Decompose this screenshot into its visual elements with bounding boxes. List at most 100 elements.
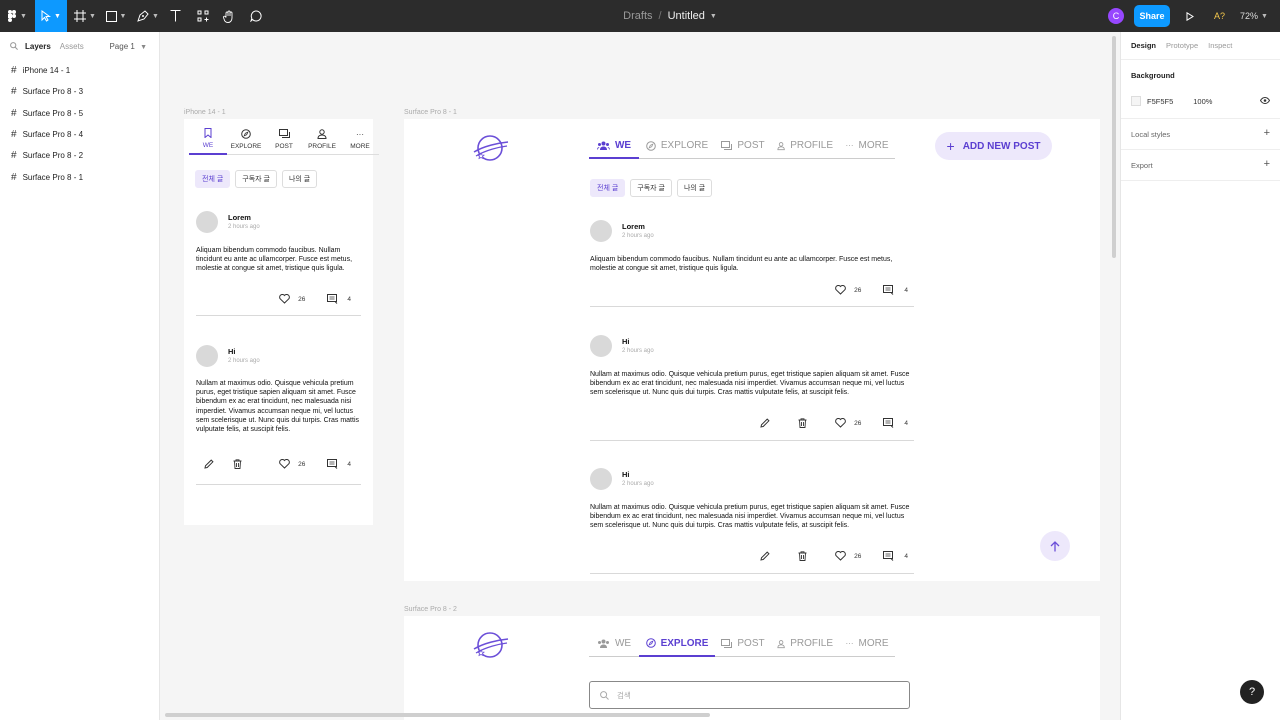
tab-post[interactable]: POST (715, 133, 771, 159)
frame-label-surface-2[interactable]: Surface Pro 8 - 2 (404, 606, 457, 613)
frame-tool-button[interactable]: ▼ (72, 0, 98, 32)
comment-icon[interactable] (883, 418, 894, 428)
edit-icon[interactable] (204, 459, 214, 469)
post-author[interactable]: Hi (228, 347, 236, 356)
layer-label: Surface Pro 8 - 2 (22, 151, 84, 161)
tab-assets[interactable]: Assets (60, 42, 84, 51)
layer-item[interactable]: # Surface Pro 8 - 3 (0, 81, 159, 102)
chip-mine[interactable]: 나의 글 (676, 179, 713, 197)
chip-mine[interactable]: 나의 글 (281, 170, 318, 188)
tab-post[interactable]: POST (265, 125, 303, 155)
tab-profile[interactable]: PROFILE (303, 125, 341, 155)
heart-icon[interactable] (835, 418, 846, 428)
post-author[interactable]: Hi (622, 470, 630, 479)
present-button[interactable] (1182, 0, 1198, 32)
avatar[interactable] (590, 220, 612, 242)
frame-label-surface-1[interactable]: Surface Pro 8 - 1 (404, 109, 457, 116)
resources-button[interactable] (194, 0, 212, 32)
surface-frame-2[interactable]: WE EXPLORE POST PROFILE ··· MORE 검색 (404, 616, 1100, 720)
comment-icon[interactable] (883, 551, 894, 561)
file-name[interactable]: Untitled (668, 10, 705, 22)
avatar[interactable] (590, 468, 612, 490)
layer-item[interactable]: # Surface Pro 8 - 4 (0, 124, 159, 145)
share-button[interactable]: Share (1134, 5, 1170, 27)
heart-icon[interactable] (835, 551, 846, 561)
comment-icon[interactable] (327, 459, 338, 469)
tab-we[interactable]: WE (189, 125, 227, 155)
zoom-dropdown[interactable]: 72% ▼ (1240, 0, 1268, 32)
tab-layers[interactable]: Layers (25, 42, 51, 51)
tab-label: WE (202, 142, 214, 149)
heart-icon[interactable] (279, 459, 290, 469)
horizontal-scrollbar[interactable] (165, 713, 710, 717)
tab-explore[interactable]: EXPLORE (227, 125, 265, 155)
avatar[interactable] (196, 211, 218, 233)
chip-subscribed[interactable]: 구독자 글 (235, 170, 277, 188)
text-tool-button[interactable] (166, 0, 184, 32)
chip-all[interactable]: 전체 글 (590, 179, 626, 197)
post-author[interactable]: Lorem (622, 222, 645, 231)
eye-icon[interactable] (1259, 96, 1271, 106)
trash-icon[interactable] (798, 418, 807, 428)
tab-design[interactable]: Design (1131, 41, 1156, 50)
tab-more[interactable]: ··· MORE (839, 133, 895, 159)
trash-icon[interactable] (233, 459, 242, 469)
font-warning-button[interactable]: A? (1214, 0, 1225, 32)
post-author[interactable]: Hi (622, 337, 630, 346)
tab-explore[interactable]: EXPLORE (639, 133, 715, 159)
tab-inspect[interactable]: Inspect (1208, 41, 1232, 50)
heart-icon[interactable] (279, 294, 290, 304)
tab-profile[interactable]: PROFILE (771, 133, 839, 159)
edit-icon[interactable] (760, 551, 770, 561)
tab-more[interactable]: ··· MORE (341, 125, 379, 155)
avatar[interactable] (196, 345, 218, 367)
search-input[interactable]: 검색 (589, 681, 910, 709)
help-button[interactable]: ? (1240, 680, 1264, 704)
user-avatar[interactable]: C (1108, 8, 1124, 24)
chip-all[interactable]: 전체 글 (195, 170, 231, 188)
search-placeholder: 검색 (617, 690, 631, 700)
drafts-link[interactable]: Drafts (623, 10, 652, 22)
hand-tool-button[interactable] (220, 0, 238, 32)
layer-item[interactable]: # Surface Pro 8 - 1 (0, 166, 159, 187)
shape-tool-button[interactable]: ▼ (104, 0, 128, 32)
layer-item[interactable]: # iPhone 14 - 1 (0, 60, 159, 81)
tab-explore[interactable]: EXPLORE (639, 631, 715, 657)
add-export-icon[interactable]: + (1264, 158, 1270, 170)
pen-tool-button[interactable]: ▼ (136, 0, 160, 32)
tab-prototype[interactable]: Prototype (1166, 41, 1198, 50)
frame-label-iphone[interactable]: iPhone 14 - 1 (184, 109, 226, 116)
design-canvas[interactable]: iPhone 14 - 1 WE EXPLORE POST PROFILE ··… (161, 32, 1119, 720)
chip-subscribed[interactable]: 구독자 글 (630, 179, 672, 197)
tab-we[interactable]: WE (589, 133, 639, 159)
heart-icon[interactable] (835, 285, 846, 295)
iphone-frame[interactable]: WE EXPLORE POST PROFILE ··· MORE 전체 글 구독… (184, 119, 379, 525)
vertical-scrollbar[interactable] (1112, 36, 1116, 258)
tab-profile[interactable]: PROFILE (771, 631, 839, 657)
chevron-down-icon: ▼ (140, 43, 147, 51)
comment-icon[interactable] (883, 285, 894, 295)
background-hex[interactable]: F5F5F5 (1147, 97, 1173, 106)
tab-more[interactable]: ··· MORE (839, 631, 895, 657)
surface-frame-1[interactable]: WE EXPLORE POST PROFILE ··· MORE + ADD N… (404, 119, 1100, 581)
comment-tool-button[interactable] (247, 0, 265, 32)
layer-item[interactable]: # Surface Pro 8 - 5 (0, 103, 159, 124)
add-new-post-button[interactable]: + ADD NEW POST (935, 132, 1052, 160)
post-author[interactable]: Lorem (228, 213, 251, 222)
tab-post[interactable]: POST (715, 631, 771, 657)
trash-icon[interactable] (798, 551, 807, 561)
move-tool-button[interactable]: ▼ (35, 0, 67, 32)
color-swatch[interactable] (1131, 96, 1141, 106)
scroll-to-top-button[interactable] (1040, 531, 1070, 561)
chevron-down-icon[interactable]: ▼ (710, 13, 717, 20)
search-icon[interactable] (10, 42, 18, 50)
page-selector[interactable]: Page 1 ▼ (109, 42, 147, 51)
background-opacity[interactable]: 100% (1193, 97, 1212, 106)
layer-item[interactable]: # Surface Pro 8 - 2 (0, 145, 159, 166)
edit-icon[interactable] (760, 418, 770, 428)
comment-icon[interactable] (327, 294, 338, 304)
tab-we[interactable]: WE (589, 631, 639, 657)
add-style-icon[interactable]: + (1264, 127, 1270, 139)
avatar[interactable] (590, 335, 612, 357)
main-menu-button[interactable]: ▼ (2, 0, 32, 32)
